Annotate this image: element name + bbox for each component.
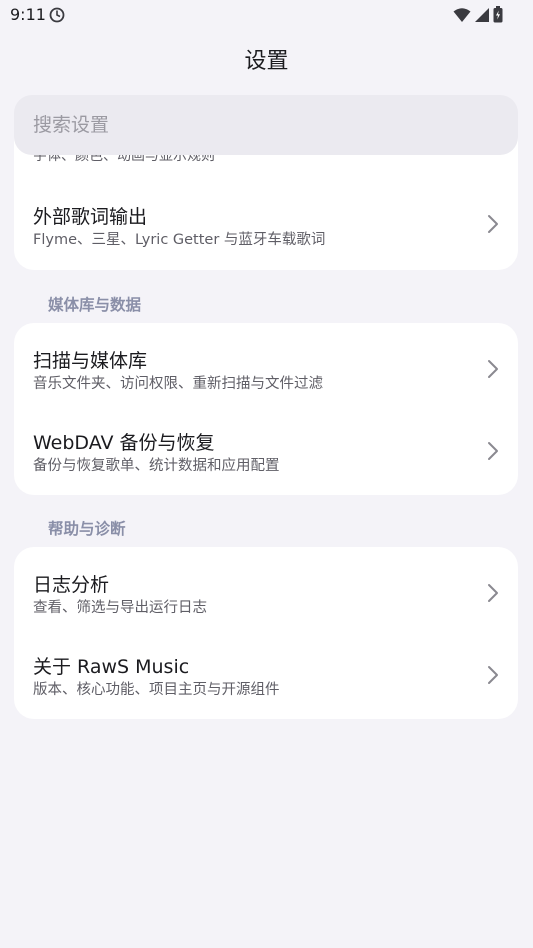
signal-icon xyxy=(474,7,490,27)
section-header-media: 媒体库与数据 xyxy=(48,296,142,314)
chevron-right-icon xyxy=(488,584,498,602)
settings-item-webdav-backup[interactable]: WebDAV 备份与恢复 备份与恢复歌单、统计数据和应用配置 xyxy=(14,408,518,488)
status-time: 9:11 xyxy=(10,5,46,24)
settings-item-external-lyrics[interactable]: 外部歌词输出 Flyme、三星、Lyric Getter 与蓝牙车载歌词 xyxy=(14,185,518,265)
item-subtitle: 备份与恢复歌单、统计数据和应用配置 xyxy=(33,458,280,474)
item-title: 日志分析 xyxy=(33,574,110,596)
status-bar: 9:11 xyxy=(0,0,533,30)
page-title: 设置 xyxy=(244,49,289,74)
section-header-help: 帮助与诊断 xyxy=(48,520,126,538)
settings-item-about[interactable]: 关于 RawS Music 版本、核心功能、项目主页与开源组件 xyxy=(14,632,518,712)
search-input[interactable] xyxy=(33,114,473,136)
chevron-right-icon xyxy=(488,666,498,684)
settings-item-scan-library[interactable]: 扫描与媒体库 音乐文件夹、访问权限、重新扫描与文件过滤 xyxy=(14,326,518,406)
item-subtitle: Flyme、三星、Lyric Getter 与蓝牙车载歌词 xyxy=(33,232,326,248)
wifi-icon xyxy=(453,7,471,27)
chevron-right-icon xyxy=(488,215,498,233)
item-title: 扫描与媒体库 xyxy=(33,350,148,372)
item-subtitle: 音乐文件夹、访问权限、重新扫描与文件过滤 xyxy=(33,376,323,392)
settings-item-log-analysis[interactable]: 日志分析 查看、筛选与导出运行日志 xyxy=(14,550,518,630)
chevron-right-icon xyxy=(488,442,498,460)
sync-icon xyxy=(48,6,66,28)
chevron-right-icon xyxy=(488,360,498,378)
item-subtitle: 版本、核心功能、项目主页与开源组件 xyxy=(33,682,280,698)
settings-card-help: 日志分析 查看、筛选与导出运行日志 关于 RawS Music 版本、核心功能、… xyxy=(14,547,518,719)
battery-icon xyxy=(493,6,503,27)
item-title: 关于 RawS Music xyxy=(33,656,190,678)
status-icons xyxy=(453,6,503,27)
search-bar[interactable] xyxy=(14,95,518,155)
item-title: 外部歌词输出 xyxy=(33,206,148,228)
settings-card-media: 扫描与媒体库 音乐文件夹、访问权限、重新扫描与文件过滤 WebDAV 备份与恢复… xyxy=(14,323,518,495)
item-title: WebDAV 备份与恢复 xyxy=(33,432,215,454)
item-subtitle: 查看、筛选与导出运行日志 xyxy=(33,600,207,616)
